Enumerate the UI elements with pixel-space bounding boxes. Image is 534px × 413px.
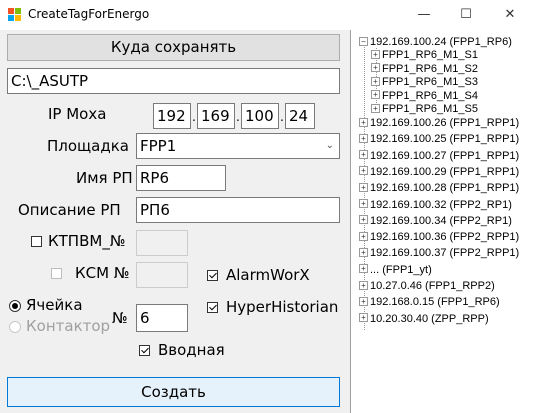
path-field[interactable]: C:\_ASUTP [7, 68, 340, 94]
expand-icon[interactable]: + [359, 280, 368, 290]
expand-icon[interactable]: + [359, 247, 368, 257]
minimize-button[interactable]: — [404, 4, 444, 26]
tree-node[interactable]: +192.169.100.27 (FPP1_RPP1) [359, 150, 519, 163]
tree-node[interactable]: +192.169.100.34 (FPP2_RP1) [359, 215, 512, 228]
expand-icon[interactable]: + [359, 150, 368, 160]
maximize-button[interactable]: ☐ [446, 4, 486, 26]
app-icon [8, 8, 22, 22]
tree-node-child[interactable]: + FPP1_RP6_M1_S3 [371, 76, 478, 89]
expand-icon[interactable]: + [359, 166, 368, 176]
chevron-down-icon: ⌄ [325, 140, 334, 151]
tree-node[interactable]: +192.169.100.28 (FPP1_RPP1) [359, 182, 519, 195]
create-button[interactable]: Создать [7, 377, 340, 407]
expand-icon[interactable]: + [371, 90, 380, 100]
tree-node-child[interactable]: + FPP1_RP6_M1_S2 [371, 63, 478, 76]
expand-icon[interactable]: + [371, 76, 380, 86]
site-select-value: FPP1 [140, 137, 177, 155]
contactor-radio [9, 321, 21, 333]
tree-node[interactable]: +192.169.100.25 (FPP1_RPP1) [359, 133, 519, 146]
alarmworx-label: AlarmWorX [226, 266, 310, 284]
tree-node[interactable]: +... (FPP1_yt) [359, 264, 432, 277]
input-checkbox[interactable] [139, 345, 150, 356]
expand-icon[interactable]: + [371, 49, 380, 59]
number-label: № [112, 309, 128, 327]
ksm-field [136, 262, 188, 288]
tree-node-child[interactable]: + FPP1_RP6_M1_S5 [371, 103, 478, 116]
tree-node[interactable]: +192.169.100.37 (FPP2_RPP1) [359, 247, 519, 260]
expand-icon[interactable]: + [359, 133, 368, 143]
expand-icon[interactable]: + [359, 199, 368, 209]
save-location-button[interactable]: Куда сохранять [7, 34, 340, 61]
input-label: Вводная [158, 341, 225, 359]
site-label: Площадка [47, 137, 129, 155]
expand-icon[interactable]: + [371, 63, 380, 73]
tree-node[interactable]: +192.169.100.36 (FPP2_RPP1) [359, 231, 519, 244]
ktpvm-checkbox[interactable] [31, 236, 42, 247]
expand-icon[interactable]: + [359, 215, 368, 225]
expand-icon[interactable]: + [359, 231, 368, 241]
ktpvm-label: КТПВМ_№ [48, 232, 126, 250]
ip-label: IP Моха [48, 105, 107, 123]
rp-name-label: Имя РП [76, 169, 133, 187]
tree-node[interactable]: +10.20.30.40 (ZPP_RPP) [359, 313, 489, 326]
tree-node[interactable]: +192.169.100.29 (FPP1_RPP1) [359, 166, 519, 179]
ip-octet-1[interactable]: 192 [153, 103, 191, 129]
tree-node[interactable]: +192.168.0.15 (FPP1_RP6) [359, 296, 500, 309]
rp-desc-field[interactable]: РП6 [136, 197, 340, 223]
expand-icon[interactable]: + [371, 103, 380, 113]
rp-name-field[interactable]: RP6 [136, 165, 226, 191]
contactor-label: Контактор [26, 317, 111, 335]
tree-node[interactable]: +192.169.100.26 (FPP1_RPP1) [359, 117, 519, 130]
client-area: Куда сохранять C:\_ASUTP IP Моха 192 . 1… [0, 30, 534, 413]
close-button[interactable]: ✕ [490, 4, 530, 26]
rp-desc-label: Описание РП [18, 201, 121, 219]
tree-node[interactable]: +192.169.100.32 (FPP2_RP1) [359, 199, 512, 212]
ip-octet-2[interactable]: 169 [197, 103, 235, 129]
expand-icon[interactable]: + [359, 264, 368, 274]
ip-octet-3[interactable]: 100 [241, 103, 279, 129]
alarmworx-checkbox[interactable] [207, 270, 218, 281]
cell-radio[interactable] [9, 300, 21, 312]
number-field[interactable]: 6 [136, 304, 188, 332]
ip-octet-4[interactable]: 24 [285, 103, 315, 129]
expand-icon[interactable]: + [359, 117, 368, 127]
ksm-label: КСМ № [75, 264, 130, 282]
title-bar: CreateTagForEnergo — ☐ ✕ [0, 0, 534, 30]
ksm-checkbox [51, 268, 62, 279]
tree-node-child[interactable]: + FPP1_RP6_M1_S1 [371, 49, 478, 62]
hyperhistorian-label: HyperHistorian [226, 298, 339, 316]
tree-node-child[interactable]: + FPP1_RP6_M1_S4 [371, 90, 478, 103]
expand-icon[interactable]: + [359, 313, 368, 323]
site-select[interactable]: FPP1 ⌄ [136, 133, 340, 159]
device-tree[interactable]: −192.169.100.24 (FPP1_RP6) + FPP1_RP6_M1_… [350, 30, 534, 413]
tree-node[interactable]: +10.27.0.46 (FPP1_RPP2) [359, 280, 495, 293]
expand-icon[interactable]: + [359, 182, 368, 192]
tree-node-root[interactable]: −192.169.100.24 (FPP1_RP6) [359, 36, 512, 49]
window-title: CreateTagForEnergo [28, 7, 150, 21]
cell-label: Ячейка [26, 296, 83, 314]
hyperhistorian-checkbox[interactable] [207, 302, 218, 313]
collapse-icon[interactable]: − [359, 36, 368, 46]
ktpvm-field [136, 230, 188, 256]
expand-icon[interactable]: + [359, 296, 368, 306]
